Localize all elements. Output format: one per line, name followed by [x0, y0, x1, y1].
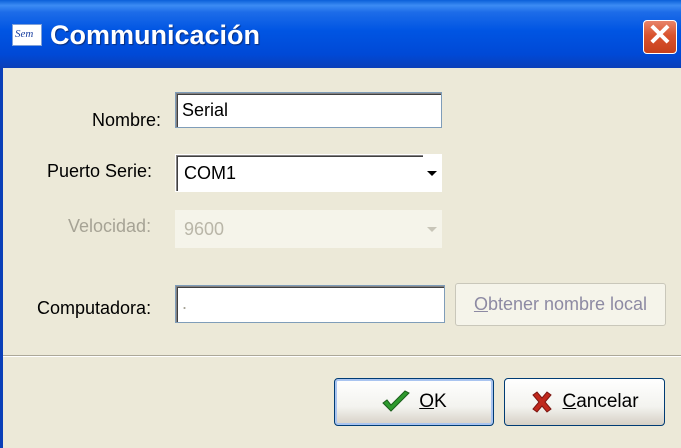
close-icon: ✕	[647, 19, 673, 52]
puerto-serie-value: COM1	[184, 163, 237, 183]
close-x-icon	[532, 391, 553, 413]
app-icon: Sem	[12, 24, 42, 46]
computadora-label: Computadora:	[37, 298, 152, 318]
title-bar[interactable]: Sem Communicación ✕	[0, 0, 681, 68]
cancel-accesskey: C	[562, 391, 577, 412]
cancel-label: ancelar	[576, 391, 639, 412]
cancel-button[interactable]: Cancelar	[504, 378, 665, 426]
velocidad-value: 9600	[184, 219, 225, 239]
chevron-down-icon	[423, 211, 441, 247]
ok-accesskey: O	[419, 391, 435, 412]
obtener-nombre-local-button[interactable]: Obtener nombre local	[455, 283, 666, 326]
puerto-serie-select[interactable]: COM1	[175, 154, 442, 192]
puerto-serie-label: Puerto Serie:	[47, 161, 153, 181]
close-button[interactable]: ✕	[643, 20, 677, 54]
checkmark-icon	[382, 390, 411, 412]
dialog-window: Sem Communicación ✕ Nombre: Serial Puert…	[0, 0, 681, 448]
separator	[3, 355, 681, 357]
local-button-accesskey: O	[473, 294, 488, 314]
ok-label: K	[434, 391, 447, 412]
nombre-input[interactable]: Serial	[175, 92, 442, 128]
local-button-label: btener nombre local	[487, 294, 648, 314]
chevron-down-icon[interactable]	[423, 155, 441, 191]
computadora-input[interactable]: .	[175, 285, 445, 323]
window-title: Communicación	[50, 20, 261, 50]
nombre-label: Nombre:	[92, 110, 162, 130]
velocidad-label: Velocidad:	[68, 216, 152, 236]
ok-button[interactable]: OK	[334, 378, 494, 426]
velocidad-select: 9600	[175, 210, 442, 248]
